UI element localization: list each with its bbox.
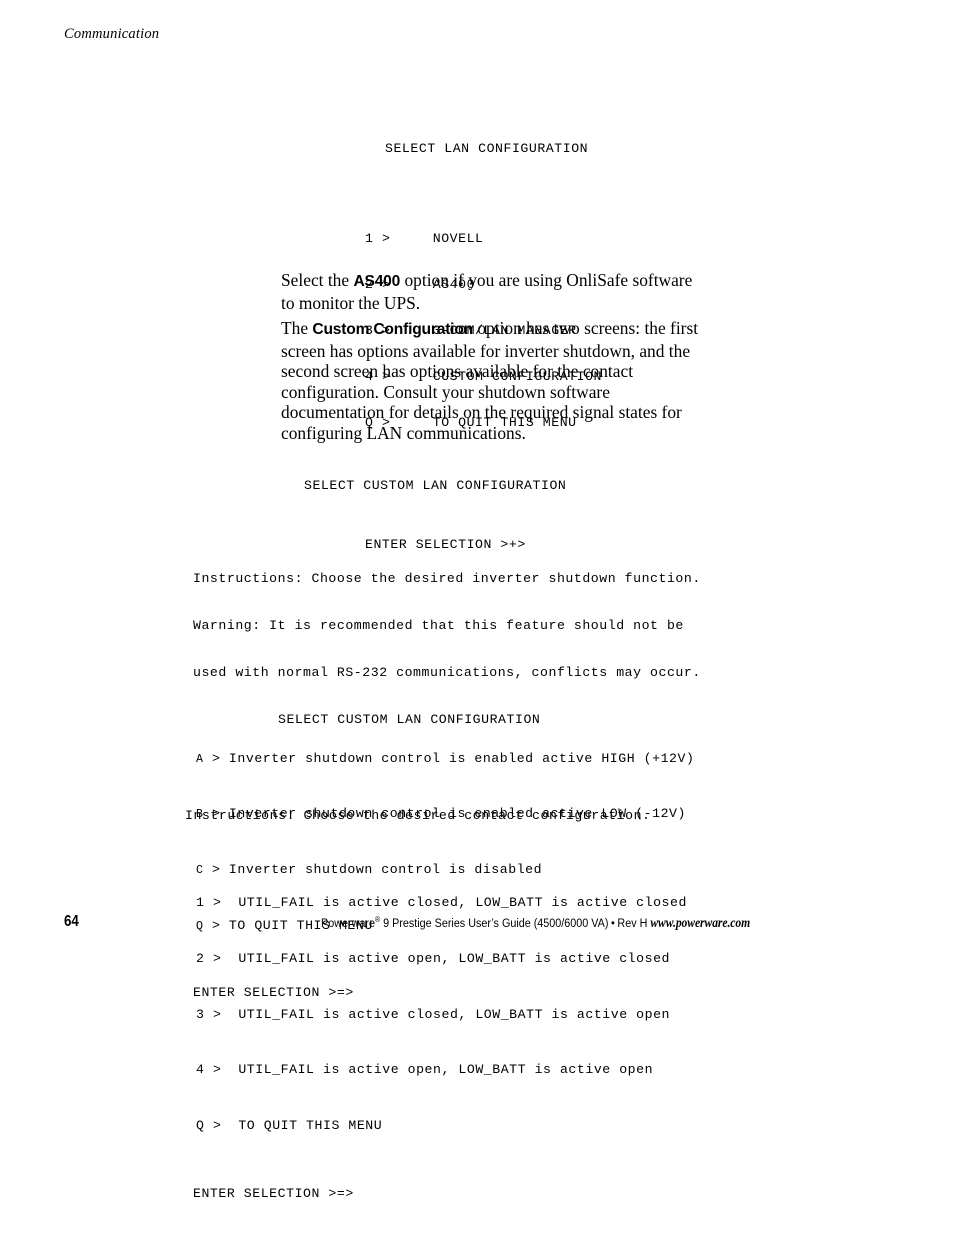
footer-product: Powerware	[321, 916, 376, 931]
menu-key: 1	[196, 895, 205, 911]
menu-label: UTIL_FAIL is active closed, LOW_BATT is …	[238, 895, 687, 911]
menu-label: UTIL_FAIL is active closed, LOW_BATT is …	[238, 1006, 670, 1022]
menu-key: 1	[365, 231, 374, 247]
menu-label: UTIL_FAIL is active open, LOW_BATT is ac…	[238, 1062, 654, 1078]
paragraph-as400: Select the AS400 option if you are using…	[281, 270, 701, 313]
menu-arrow: >	[212, 1062, 222, 1078]
paragraph-text: The Custom Configuration option has two …	[281, 318, 701, 444]
terminal-block-custom-contact: SELECT CUSTOM LAN CONFIGURATION Instruct…	[185, 681, 687, 1233]
inline-term-custom-configuration: Custom Configuration	[312, 321, 473, 338]
menu-arrow: >	[212, 895, 222, 911]
footer-url: www.powerware.com	[650, 915, 751, 931]
menu-row: 2 > UTIL_FAIL is active open, LOW_BATT i…	[196, 951, 687, 967]
paragraph-lead: The	[281, 318, 313, 338]
terminal-instructions: Instructions: Choose the desired contact…	[185, 777, 687, 855]
menu-row: 1 > UTIL_FAIL is active closed, LOW_BATT…	[196, 895, 687, 911]
terminal-title: SELECT CUSTOM LAN CONFIGURATION	[304, 478, 567, 494]
footer-citation-inner: Powerware® 9 Prestige Series User’s Guid…	[321, 915, 750, 931]
footer-citation: Powerware® 9 Prestige Series User’s Guid…	[256, 915, 816, 931]
menu-key: 4	[196, 1062, 205, 1078]
menu-row: 3 > UTIL_FAIL is active closed, LOW_BATT…	[196, 1007, 687, 1023]
menu-arrow: >	[212, 1006, 222, 1022]
page-footer: 64 Powerware® 9 Prestige Series User’s G…	[0, 913, 954, 937]
terminal-title: SELECT CUSTOM LAN CONFIGURATION	[278, 712, 541, 728]
menu-arrow: >	[212, 950, 222, 966]
instruction-line: Instructions: Choose the desired contact…	[185, 808, 651, 824]
paragraph-lead: Select the	[281, 270, 354, 290]
menu-label: NOVELL	[432, 231, 484, 247]
instruction-line: Warning: It is recommended that this fea…	[193, 617, 684, 633]
paragraph-text: Select the AS400 option if you are using…	[281, 270, 701, 313]
instruction-line: Instructions: Choose the desired inverte…	[193, 571, 701, 587]
menu-label: UTIL_FAIL is active open, LOW_BATT is ac…	[238, 950, 670, 966]
footer-revision: Rev H	[617, 916, 648, 931]
menu-row: 1 > NOVELL	[365, 231, 602, 246]
page-number: 64	[64, 913, 79, 930]
menu-key: 3	[196, 1006, 205, 1022]
inline-term-as400: AS400	[353, 273, 401, 290]
running-head: Communication	[64, 26, 160, 42]
menu-label: TO QUIT THIS MENU	[238, 1118, 383, 1134]
paragraph-custom-configuration: The Custom Configuration option has two …	[281, 318, 701, 444]
terminal-prompt: ENTER SELECTION >=>	[193, 1186, 354, 1202]
menu-key: Q	[196, 1118, 205, 1134]
document-page: Communication SELECT LAN CONFIGURATION 1…	[0, 0, 954, 1235]
menu-arrow: >	[381, 231, 391, 247]
menu-key: 2	[196, 950, 205, 966]
instruction-line: used with normal RS-232 communications, …	[193, 664, 701, 680]
menu-row: 4 > UTIL_FAIL is active open, LOW_BATT i…	[196, 1062, 687, 1078]
menu-row: Q > TO QUIT THIS MENU	[196, 1118, 687, 1134]
footer-guide: 9 Prestige Series User’s Guide (4500/600…	[380, 916, 609, 931]
menu-arrow: >	[212, 1118, 222, 1134]
terminal-title: SELECT LAN CONFIGURATION	[385, 140, 589, 156]
